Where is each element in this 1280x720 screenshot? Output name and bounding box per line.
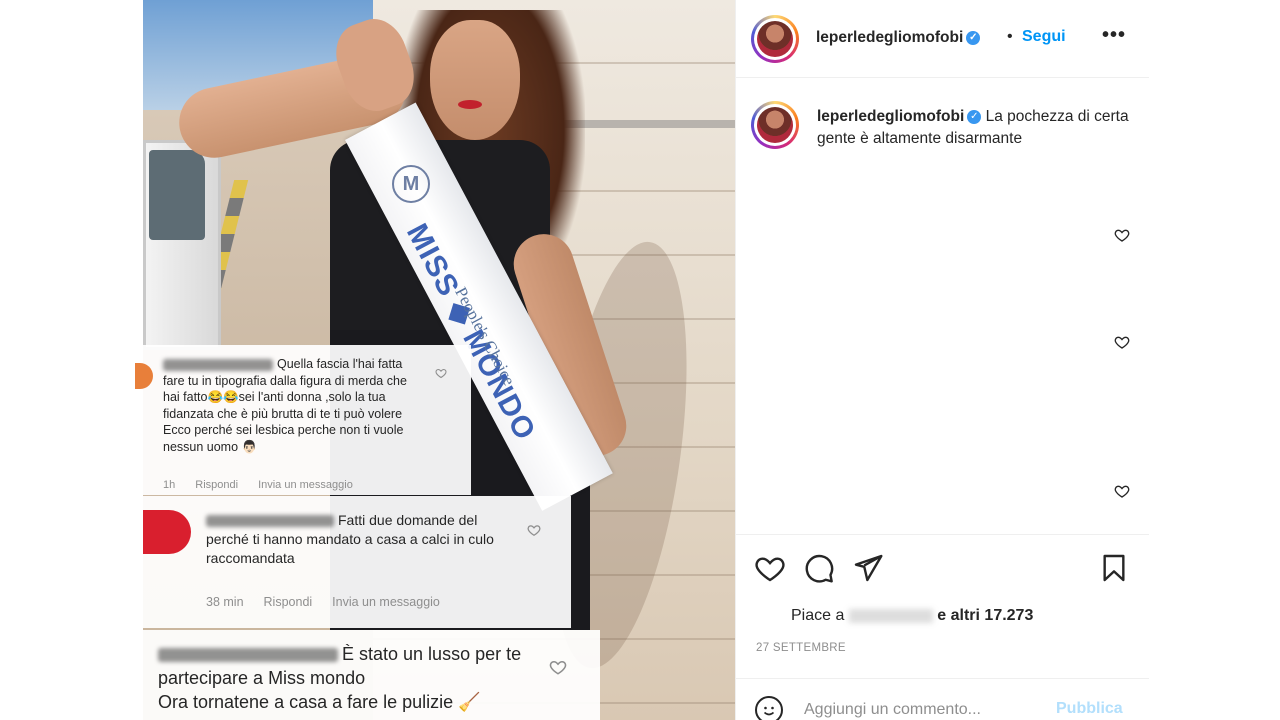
comment-icon[interactable] [803,552,835,584]
likes-total[interactable]: e altri 17.273 [937,607,1033,624]
overlay-comment: Quella fascia l'hai fatta fare tu in tip… [135,345,471,495]
comment-input[interactable] [804,699,1044,720]
likes-prefix: Piace a [791,607,845,624]
more-icon[interactable]: ••• [1102,24,1126,47]
likes-count[interactable]: Piace a e altri 17.273 [791,607,1033,625]
avatar[interactable] [751,101,799,149]
post-date[interactable]: 27 SETTEMBRE [756,642,846,654]
heart-icon[interactable] [1114,483,1130,499]
comment-time: 1h [163,479,176,491]
comment-avatar [135,363,153,389]
send-message-link[interactable]: Invia un messaggio [332,595,440,609]
post-caption: leperledegliomofobi ✓ La pochezza di cert… [817,106,1135,150]
comment-text: Fatti due domande del perché ti hanno ma… [206,511,506,568]
photo-car-window [149,150,205,240]
reply-link[interactable]: Rispondi [264,595,313,609]
comment-meta: 38 min Rispondi Invia un messaggio [206,595,460,609]
blurred-username [158,648,338,663]
comment-time: 38 min [206,595,244,609]
heart-icon[interactable] [527,523,541,537]
post-actions [736,548,1149,588]
actions-divider [736,534,1149,535]
caption-username[interactable]: leperledegliomofobi [817,108,964,125]
post-sidebar: leperledegliomofobi ✓ • Segui ••• leperle… [735,0,1149,720]
separator-dot: • [1007,28,1013,45]
emoji-icon[interactable] [755,696,783,720]
follow-button[interactable]: Segui [1022,28,1066,46]
header-divider [736,77,1149,78]
heart-icon[interactable] [1114,227,1130,243]
heart-icon[interactable] [754,552,786,584]
comment-text: Quella fascia l'hai fatta fare tu in tip… [163,356,425,455]
avatar[interactable] [751,15,799,63]
avatar-image [757,21,793,57]
figure-lips [458,100,482,109]
figure-face [430,20,520,140]
reply-link[interactable]: Rispondi [195,479,238,491]
blurred-liker [848,608,933,623]
avatar-image [757,107,793,143]
blurred-username [163,358,273,371]
emoji-face [763,706,775,716]
comment-avatar [143,510,191,554]
verified-icon: ✓ [966,30,981,45]
heart-icon[interactable] [435,367,447,379]
post-author[interactable]: leperledegliomofobi ✓ [816,29,981,47]
publish-button[interactable]: Pubblica [1056,700,1123,718]
comment-text: È stato un lusso per te partecipare a Mi… [158,642,538,714]
comment-body-line: Ora tornatene a casa a fare le pulizie 🧹 [158,692,481,712]
overlay-comment: Fatti due domande del perché ti hanno ma… [143,496,571,628]
verified-icon: ✓ [967,109,982,124]
add-comment-bar: Pubblica [736,678,1149,720]
comment-body-line: Ecco perché sei lesbica perche non ti vu… [163,423,404,454]
send-message-link[interactable]: Invia un messaggio [258,479,353,491]
username[interactable]: leperledegliomofobi [816,29,963,46]
share-icon[interactable] [852,552,884,584]
heart-icon[interactable] [549,658,567,676]
bookmark-icon[interactable] [1098,552,1130,584]
blurred-username [206,515,334,528]
sash-logo: M [392,165,430,203]
comment-meta: 1h Rispondi Invia un messaggio [163,479,373,491]
overlay-comment: È stato un lusso per te partecipare a Mi… [143,630,600,720]
heart-icon[interactable] [1114,334,1130,350]
